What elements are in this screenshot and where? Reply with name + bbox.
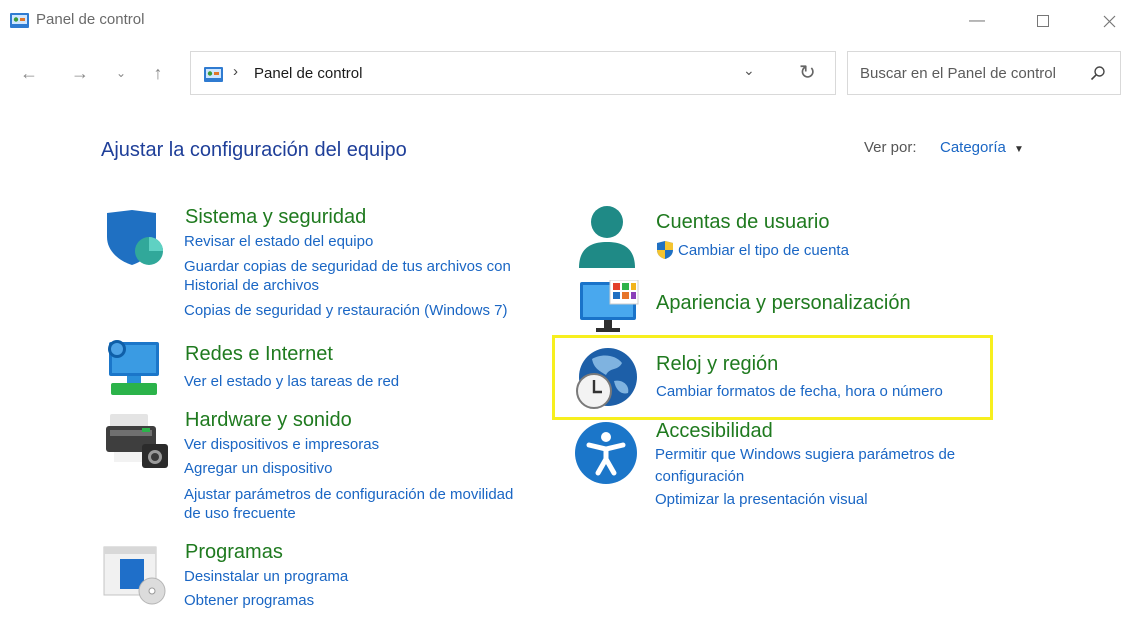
title-bar: Panel de control — bbox=[0, 0, 1130, 42]
recent-locations-button[interactable]: ⌄ bbox=[108, 60, 134, 86]
back-button[interactable]: ← bbox=[16, 60, 42, 86]
user-account-icon bbox=[579, 206, 635, 268]
shield-icon bbox=[107, 210, 163, 265]
maximize-button[interactable] bbox=[1028, 6, 1058, 36]
view-by-label: Ver por: bbox=[864, 139, 917, 156]
uac-shield-icon bbox=[657, 241, 673, 259]
category-title-system-security[interactable]: Sistema y seguridad bbox=[185, 206, 366, 229]
link-windows-suggest-settings[interactable]: Permitir que Windows sugiera parámetros … bbox=[655, 444, 955, 467]
window-title: Panel de control bbox=[36, 11, 145, 28]
chevron-down-icon: ⌄ bbox=[743, 62, 755, 78]
category-title-appearance[interactable]: Apariencia y personalización bbox=[656, 292, 911, 315]
category-title-clock-region[interactable]: Reloj y región bbox=[656, 353, 778, 376]
caret-down-icon: ▼ bbox=[1014, 144, 1024, 155]
link-network-status[interactable]: Ver el estado y las tareas de red bbox=[184, 371, 399, 394]
link-change-date-formats[interactable]: Cambiar formatos de fecha, hora o número bbox=[656, 381, 943, 404]
close-icon bbox=[1103, 15, 1115, 28]
control-panel-icon bbox=[10, 13, 29, 28]
link-uninstall-program[interactable]: Desinstalar un programa bbox=[184, 566, 348, 589]
category-title-programs[interactable]: Programas bbox=[185, 541, 283, 564]
programs-icon bbox=[103, 546, 166, 605]
up-button[interactable]: ↑ bbox=[145, 60, 171, 86]
refresh-button[interactable]: ↻ bbox=[799, 60, 816, 85]
arrow-right-icon: → bbox=[71, 63, 89, 83]
category-title-hardware[interactable]: Hardware y sonido bbox=[185, 409, 352, 432]
view-by-value: Categoría bbox=[940, 139, 1006, 156]
search-icon[interactable] bbox=[1090, 65, 1106, 81]
chevron-right-icon: › bbox=[233, 63, 238, 80]
printer-icon bbox=[106, 414, 168, 468]
link-add-device[interactable]: Agregar un dispositivo bbox=[184, 458, 332, 481]
link-get-programs[interactable]: Obtener programas bbox=[184, 590, 314, 613]
clock-globe-icon bbox=[576, 348, 637, 409]
arrow-up-icon: ↑ bbox=[153, 63, 163, 83]
category-title-user-accounts[interactable]: Cuentas de usuario bbox=[656, 211, 829, 234]
appearance-icon bbox=[580, 280, 639, 332]
close-button[interactable] bbox=[1094, 6, 1124, 36]
search-input[interactable]: Buscar en el Panel de control bbox=[860, 65, 1056, 82]
search-box[interactable]: Buscar en el Panel de control bbox=[847, 51, 1121, 95]
chevron-down-icon: ⌄ bbox=[115, 66, 127, 80]
address-bar[interactable]: › Panel de control ⌄ ↻ bbox=[190, 51, 836, 95]
network-icon bbox=[108, 340, 159, 395]
maximize-icon bbox=[1037, 15, 1049, 27]
link-mobility-settings-cont[interactable]: de uso frecuente bbox=[184, 503, 296, 526]
accessibility-icon bbox=[575, 422, 637, 484]
address-dropdown-button[interactable]: ⌄ bbox=[743, 62, 755, 79]
link-backup-history-cont[interactable]: Historial de archivos bbox=[184, 275, 319, 298]
link-review-status[interactable]: Revisar el estado del equipo bbox=[184, 231, 373, 254]
minimize-icon: — bbox=[969, 12, 985, 29]
category-title-accessibility[interactable]: Accesibilidad bbox=[656, 420, 773, 443]
refresh-icon: ↻ bbox=[799, 62, 816, 84]
control-panel-icon bbox=[204, 67, 223, 82]
category-title-network[interactable]: Redes e Internet bbox=[185, 343, 333, 366]
page-title: Ajustar la configuración del equipo bbox=[101, 139, 407, 161]
view-by-dropdown[interactable]: Categoría ▼ bbox=[940, 139, 1024, 156]
minimize-button[interactable]: — bbox=[962, 6, 992, 36]
link-windows-suggest-settings-cont[interactable]: configuración bbox=[655, 466, 744, 489]
forward-button[interactable]: → bbox=[67, 60, 93, 86]
address-path[interactable]: Panel de control bbox=[254, 65, 362, 82]
link-change-account-type[interactable]: Cambiar el tipo de cuenta bbox=[678, 240, 849, 263]
link-optimize-visual-display[interactable]: Optimizar la presentación visual bbox=[655, 489, 868, 512]
link-backup-restore[interactable]: Copias de seguridad y restauración (Wind… bbox=[184, 300, 508, 323]
link-devices-printers[interactable]: Ver dispositivos e impresoras bbox=[184, 434, 379, 457]
arrow-left-icon: ← bbox=[20, 63, 38, 83]
